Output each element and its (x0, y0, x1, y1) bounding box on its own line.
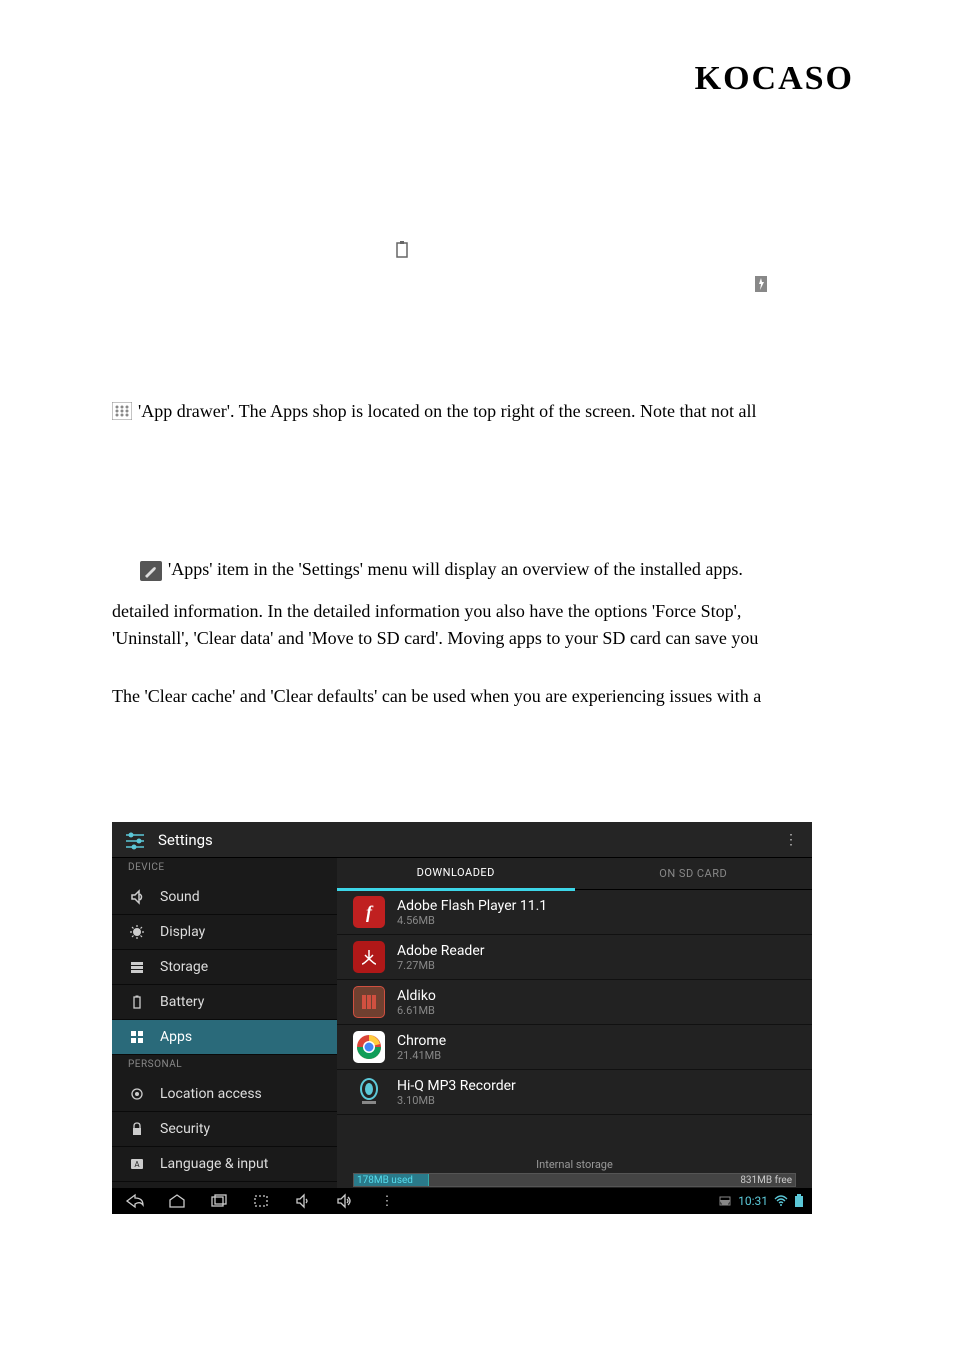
app-size: 4.56MB (397, 914, 547, 927)
settings-title: Settings (158, 831, 784, 849)
display-icon (128, 923, 146, 941)
app-size: 6.61MB (397, 1004, 436, 1017)
overflow-menu-button[interactable]: ⋮ (784, 832, 800, 848)
lock-icon (128, 1120, 146, 1138)
home-button[interactable] (162, 1190, 192, 1212)
wifi-icon (774, 1195, 788, 1207)
document-line: The 'Clear cache' and 'Clear defaults' c… (112, 683, 854, 710)
app-drawer-icon (112, 402, 132, 420)
status-time: 10:31 (738, 1194, 768, 1208)
apps-settings-icon (140, 561, 162, 581)
app-size: 21.41MB (397, 1049, 446, 1062)
apps-icon (128, 1028, 146, 1046)
sidebar-label: Apps (160, 1029, 192, 1045)
sidebar-item-backup[interactable]: Backup & reset (112, 1182, 337, 1188)
sidebar-item-location[interactable]: Location access (112, 1077, 337, 1112)
back-button[interactable] (120, 1190, 150, 1212)
app-icon-hiq (353, 1076, 385, 1108)
app-icon-flash: f (353, 896, 385, 928)
volume-down-button[interactable] (288, 1190, 318, 1212)
app-row[interactable]: Hi-Q MP3 Recorder 3.10MB (337, 1070, 812, 1115)
sidebar-label: Display (160, 924, 205, 940)
app-icon-chrome (353, 1031, 385, 1063)
app-row[interactable]: f Adobe Flash Player 11.1 4.56MB (337, 890, 812, 935)
storage-label: Internal storage (353, 1158, 796, 1171)
sidebar-item-storage[interactable]: Storage (112, 950, 337, 985)
menu-button[interactable]: ⋮ (372, 1190, 402, 1212)
app-name: Hi-Q MP3 Recorder (397, 1078, 516, 1094)
status-tray[interactable]: 10:31 (718, 1194, 804, 1208)
app-size: 7.27MB (397, 959, 485, 972)
document-line: 'Uninstall', 'Clear data' and 'Move to S… (112, 625, 854, 652)
tab-onsdcard[interactable]: ON SD CARD (575, 858, 813, 889)
screenshot-button[interactable] (246, 1190, 276, 1212)
sidebar-item-language[interactable]: A Language & input (112, 1147, 337, 1182)
section-header-device: DEVICE (112, 858, 337, 880)
language-icon: A (128, 1155, 146, 1173)
power-icon (754, 275, 768, 293)
settings-sliders-icon (124, 829, 146, 851)
document-line: 'App drawer'. The Apps shop is located o… (138, 401, 757, 421)
app-icon-reader (353, 941, 385, 973)
sidebar-item-sound[interactable]: Sound (112, 880, 337, 915)
sidebar-item-display[interactable]: Display (112, 915, 337, 950)
storage-used-text: 178MB used (354, 1175, 413, 1186)
app-icon-aldiko (353, 986, 385, 1018)
settings-sidebar: DEVICE Sound Display Storage (112, 858, 337, 1188)
storage-bar: 178MB used 831MB free (353, 1173, 796, 1187)
storage-summary: Internal storage 178MB used 831MB free (337, 1158, 812, 1188)
apps-tabs: DOWNLOADED ON SD CARD (337, 858, 812, 890)
battery-icon (395, 240, 409, 258)
app-name: Aldiko (397, 988, 436, 1004)
sidebar-label: Location access (160, 1086, 262, 1102)
apps-list[interactable]: f Adobe Flash Player 11.1 4.56MB Adobe R… (337, 890, 812, 1158)
sidebar-label: Storage (160, 959, 208, 975)
tab-downloaded[interactable]: DOWNLOADED (337, 857, 575, 891)
battery-status-icon (794, 1194, 804, 1208)
notification-icon (718, 1194, 732, 1208)
recents-button[interactable] (204, 1190, 234, 1212)
system-navbar: ⋮ 10:31 (112, 1188, 812, 1214)
document-text: 'App drawer'. The Apps shop is located o… (112, 398, 854, 425)
sidebar-label: Battery (160, 994, 204, 1010)
app-row[interactable]: Chrome 21.41MB (337, 1025, 812, 1070)
settings-titlebar: Settings ⋮ (112, 822, 812, 858)
battery-icon (128, 993, 146, 1011)
brand-logo: KOCASO (695, 60, 854, 98)
settings-screenshot: Settings ⋮ DEVICE Sound Display (112, 822, 812, 1214)
storage-icon (128, 958, 146, 976)
sidebar-item-security[interactable]: Security (112, 1112, 337, 1147)
sidebar-label: Security (160, 1121, 210, 1137)
location-icon (128, 1085, 146, 1103)
document-line: detailed information. In the detailed in… (112, 598, 854, 625)
sound-icon (128, 888, 146, 906)
sidebar-item-apps[interactable]: Apps (112, 1020, 337, 1055)
sidebar-label: Sound (160, 889, 200, 905)
app-size: 3.10MB (397, 1094, 516, 1107)
document-text: 'Apps' item in the 'Settings' menu will … (140, 556, 854, 583)
app-name: Chrome (397, 1033, 446, 1049)
app-name: Adobe Reader (397, 943, 485, 959)
sidebar-label: Language & input (160, 1156, 268, 1172)
app-row[interactable]: Aldiko 6.61MB (337, 980, 812, 1025)
volume-up-button[interactable] (330, 1190, 360, 1212)
section-header-personal: PERSONAL (112, 1055, 337, 1077)
settings-main-panel: DOWNLOADED ON SD CARD f Adobe Flash Play… (337, 858, 812, 1188)
sidebar-item-battery[interactable]: Battery (112, 985, 337, 1020)
svg-text:A: A (134, 1160, 140, 1169)
app-name: Adobe Flash Player 11.1 (397, 898, 547, 914)
app-row[interactable]: Adobe Reader 7.27MB (337, 935, 812, 980)
storage-free-text: 831MB free (740, 1175, 792, 1186)
document-line: 'Apps' item in the 'Settings' menu will … (168, 559, 743, 579)
